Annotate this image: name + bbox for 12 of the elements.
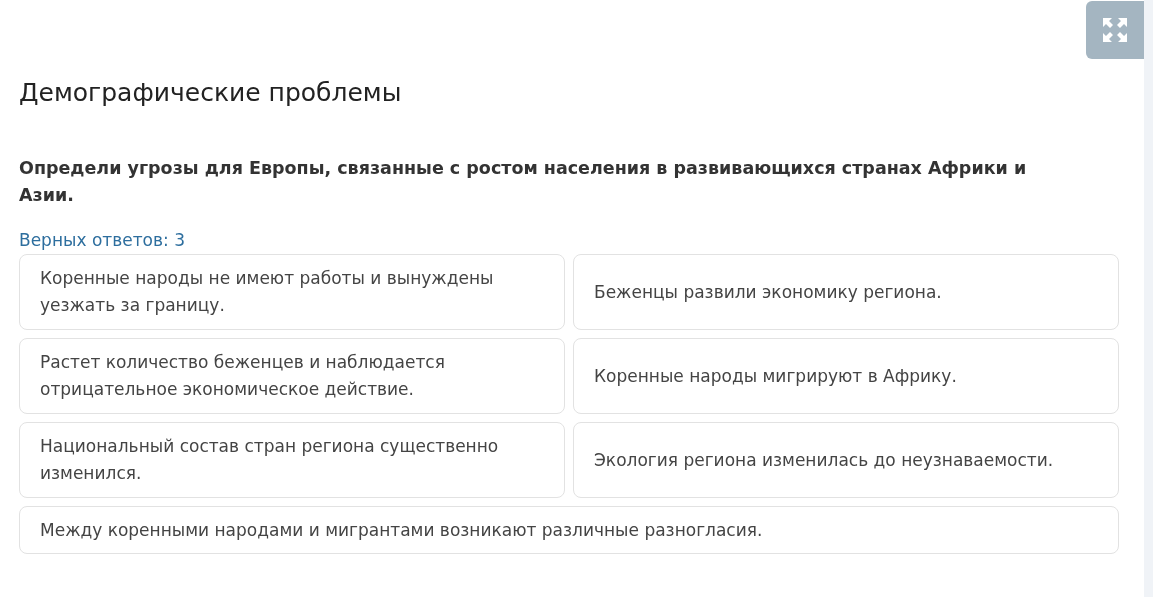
answer-option[interactable]: Беженцы развили экономику региона. <box>573 254 1119 330</box>
answer-option[interactable]: Экология региона изменилась до неузнаваемости. <box>573 422 1119 498</box>
fullscreen-button[interactable] <box>1086 1 1144 59</box>
answer-option[interactable]: Национальный состав стран региона существенно изменился. <box>19 422 565 498</box>
answer-option[interactable]: Между коренными народами и мигрантами возникают различные разногласия. <box>19 506 1119 554</box>
expand-icon <box>1101 16 1129 44</box>
answer-option[interactable]: Растет количество беженцев и наблюдается отрицательное экономическое действие. <box>19 338 565 414</box>
answer-option[interactable]: Коренные народы мигрируют в Африку. <box>573 338 1119 414</box>
page-title: Демографические проблемы <box>19 77 403 109</box>
question-text: Определи угрозы для Европы, связанные с ростом населения в развивающихся странах Африки и Азии. <box>19 157 1028 207</box>
answer-count: Верных ответов: 3 <box>19 229 186 252</box>
answer-option[interactable]: Коренные народы не имеют работы и вынуждены уезжать за границу. <box>19 254 565 330</box>
